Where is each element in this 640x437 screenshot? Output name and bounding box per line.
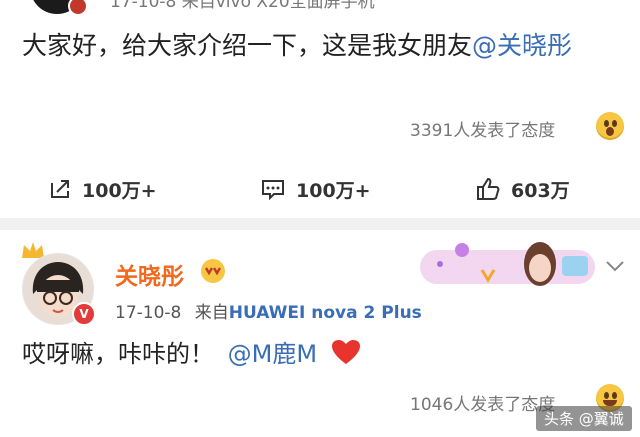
device-link[interactable]: HUAWEI nova 2 Plus bbox=[229, 303, 422, 323]
username[interactable]: 关晓彤 bbox=[115, 257, 184, 291]
post1-body: 大家好，给大家介绍一下，这是我女朋友 bbox=[22, 31, 473, 60]
action-bar: 100万+ 100万+ 603万 bbox=[0, 160, 640, 218]
surprised-emoji-icon[interactable] bbox=[596, 112, 624, 140]
from-label: 来自 bbox=[194, 303, 229, 323]
like-button[interactable]: 603万 bbox=[475, 160, 570, 218]
divider bbox=[0, 218, 640, 230]
chevron-down-icon[interactable] bbox=[604, 258, 626, 274]
mention-link[interactable]: @关晓彤 bbox=[472, 31, 572, 60]
decoration-banner bbox=[420, 242, 595, 286]
vip-emoji-icon bbox=[201, 259, 225, 283]
attitude-count[interactable]: 3391人发表了态度 bbox=[410, 116, 555, 141]
verified-icon: V bbox=[72, 302, 96, 326]
repost-button[interactable]: 100万+ bbox=[48, 160, 157, 218]
repost-icon bbox=[51, 180, 69, 198]
post2-body: 哎呀嘛，咔咔的！ bbox=[22, 340, 214, 368]
heart-icon bbox=[331, 340, 360, 364]
comment-count: 100万+ bbox=[296, 179, 371, 202]
mention-link[interactable]: @M鹿M bbox=[228, 340, 317, 368]
post-time: 17-10-8 bbox=[115, 303, 182, 323]
post1-text: 大家好，给大家介绍一下，这是我女朋友@关晓彤 bbox=[22, 27, 622, 65]
repost-count: 100万+ bbox=[82, 179, 157, 202]
post2-text: 哎呀嘛，咔咔的！ @M鹿M bbox=[22, 335, 361, 373]
attitude-count[interactable]: 1046人发表了态度 bbox=[410, 390, 555, 415]
like-icon bbox=[477, 177, 500, 200]
post1-meta: 17-10-8 来自vivo X20全面屏手机 bbox=[110, 0, 375, 12]
comment-icon bbox=[262, 180, 284, 201]
watermark: 头条 @翼诚 bbox=[536, 406, 632, 431]
comment-button[interactable]: 100万+ bbox=[260, 160, 371, 218]
post2-meta: 17-10-8 来自HUAWEI nova 2 Plus bbox=[115, 298, 422, 323]
like-count: 603万 bbox=[511, 179, 570, 202]
verified-icon bbox=[68, 0, 88, 16]
